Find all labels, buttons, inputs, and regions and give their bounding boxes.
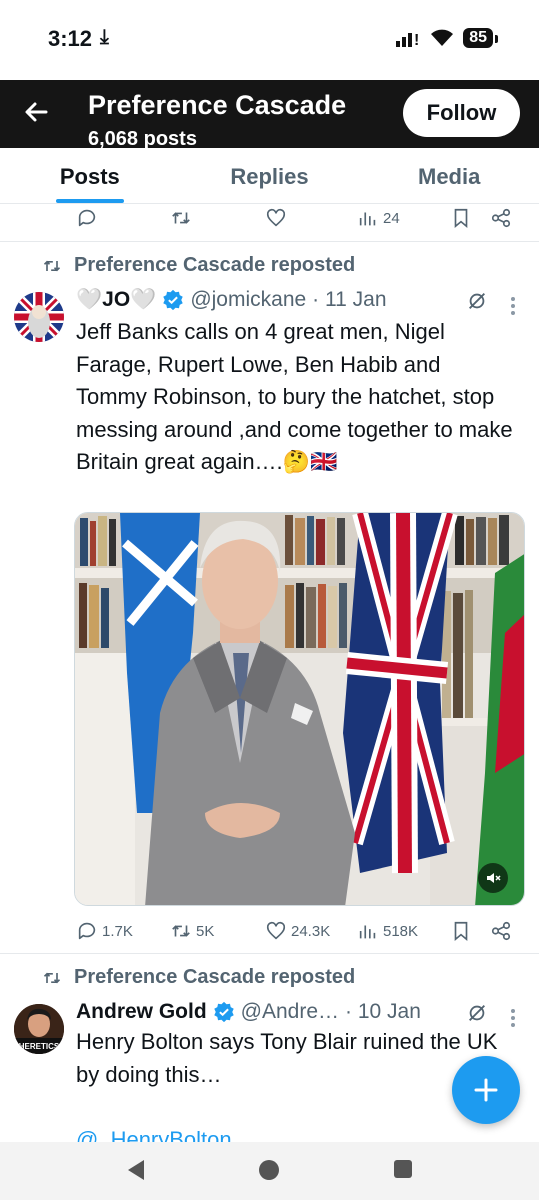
union-jack-avatar-icon [14,292,64,342]
follow-button[interactable]: Follow [403,89,520,137]
views-button[interactable]: 24 [357,207,400,229]
repost-icon [43,260,61,271]
battery-icon: 85 [463,28,498,48]
views-count: 24 [383,209,400,227]
download-icon: ⤓ [100,26,109,48]
reply-count: 1.7K [102,922,133,940]
post-text: Jeff Banks calls on 4 great men, Nigel F… [76,319,513,474]
tab-replies[interactable]: Replies [180,148,360,203]
reply-icon [78,922,96,940]
nav-recents-icon[interactable] [394,1160,412,1178]
author-name[interactable]: Andrew Gold [76,1000,207,1024]
verified-badge-icon [213,1001,234,1023]
heart-icon [266,921,286,940]
views-button[interactable]: 518K [357,920,418,942]
profile-header: Preference Cascade 6,068 posts Follow [0,80,539,148]
repost-icon [172,925,190,937]
author-handle[interactable]: @Andre… [241,1000,339,1024]
grok-icon[interactable] [466,290,488,312]
status-time: 3:12 [48,26,93,51]
share-button[interactable] [490,920,512,942]
like-button[interactable]: 24.3K [265,920,330,942]
repost-icon [43,972,61,983]
video-player[interactable] [74,512,525,906]
share-button[interactable] [490,207,512,229]
bookmark-button[interactable] [450,920,472,942]
tab-posts[interactable]: Posts [0,148,180,203]
repost-button[interactable] [170,207,192,229]
bookmark-icon [454,921,468,942]
status-bar: 3:12 ⤓ ! 85 [0,0,539,80]
repost-count: 5K [196,922,215,940]
system-nav-bar [0,1142,539,1200]
avatar-text: HERETICS [19,1042,60,1051]
post-actions: 1.7K 5K 24.3K 518K [72,916,522,946]
tab-media[interactable]: Media [359,148,539,203]
author-handle[interactable]: @jomickane [190,288,306,312]
post-time[interactable]: · 10 Jan [345,1000,421,1024]
bookmark-icon [454,208,468,229]
header-title: Preference Cascade [88,90,347,120]
repost-label: Preference Cascade reposted [74,254,356,276]
back-button[interactable] [20,96,52,128]
profile-tabs: Posts Replies Media [0,148,539,204]
mention-link[interactable]: @_HenryBolton [76,1124,516,1142]
repost-icon [172,212,190,224]
nav-back-icon[interactable] [126,1159,146,1181]
verified-badge-icon [163,289,184,311]
bookmark-button[interactable] [450,207,472,229]
reply-icon [78,209,96,227]
repost-label: Preference Cascade reposted [74,966,356,988]
reply-button[interactable] [76,207,98,229]
compose-button[interactable] [452,1056,520,1124]
plus-icon [474,1078,498,1102]
divider [0,241,539,242]
arrow-left-icon [25,102,48,122]
grok-icon[interactable] [466,1002,488,1024]
status-icons: ! 85 [395,28,498,48]
avatar[interactable]: HERETICS [14,1004,64,1054]
heart-icon [266,208,286,227]
signal-icon: ! [396,32,420,48]
post-time[interactable]: · 11 Jan [312,288,386,312]
video-frame [75,513,524,905]
like-button[interactable] [265,207,287,229]
views-icon [359,925,376,939]
views-count: 518K [383,922,419,940]
post-header: 🤍JO🤍 @jomickane · 11 Jan [76,288,387,312]
share-icon [491,921,511,941]
views-icon [359,212,376,226]
author-name[interactable]: 🤍JO🤍 [76,288,156,312]
share-icon [491,208,511,228]
volume-mute-icon [487,873,501,883]
wifi-icon [431,29,454,46]
divider [0,953,539,954]
like-count: 24.3K [291,922,331,940]
post-count: 6,068 posts [88,128,197,148]
nav-home-icon[interactable] [259,1160,279,1180]
repost-button[interactable]: 5K [170,920,214,942]
repost-indicator[interactable]: Preference Cascade reposted [42,966,355,989]
heretics-avatar-icon: HERETICS [14,1004,64,1054]
avatar[interactable] [14,292,64,342]
post-header: Andrew Gold @Andre… · 10 Jan [76,1000,421,1024]
post-text: Henry Bolton says Tony Blair ruined the … [76,1029,498,1087]
mute-button[interactable] [478,863,508,893]
reply-button[interactable]: 1.7K [76,920,133,942]
repost-indicator[interactable]: Preference Cascade reposted [42,254,355,277]
post-actions: 24 [72,203,522,233]
svg-text:!: ! [414,32,419,48]
more-options-icon[interactable] [511,294,517,318]
